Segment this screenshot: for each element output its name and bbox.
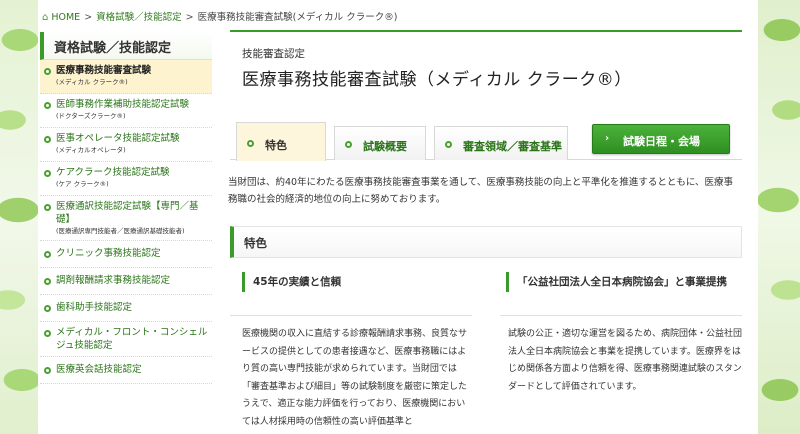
- bullet-icon: [44, 367, 51, 374]
- sidebar-item-care-clerk[interactable]: ケアクラーク技能認定試験 (ケア クラーク®): [40, 162, 212, 196]
- page-title: 医療事務技能審査試験（メディカル クラーク®）: [242, 70, 632, 90]
- feature-column: 45年の実績と信頼 医療機関の収入に直結する診療報酬請求事務、良質なサービスの提…: [230, 272, 472, 431]
- sidebar-heading: 資格試験／技能認定: [40, 32, 212, 60]
- sidebar-item-label: 歯科助手技能認定: [56, 302, 133, 313]
- bullet-icon: [44, 278, 51, 285]
- sidebar-item-sublabel: (医療通訳専門技能者／医療通訳基礎技能者): [56, 227, 185, 235]
- breadcrumb-home[interactable]: HOME: [51, 12, 80, 23]
- intro-text: 当財団は、約40年にわたる医療事務技能審査事業を通して、医療事務技能の向上と平準…: [228, 177, 734, 205]
- main-content: 技能審査認定 医療事務技能審査試験（メディカル クラーク®） 特色 試験概要 審…: [228, 30, 742, 427]
- breadcrumb-separator: >: [185, 12, 194, 23]
- tab-label: 審査領域／審査基準: [463, 140, 562, 153]
- sidebar-item-doctors-clerk[interactable]: 医師事務作業補助技能認定試験 (ドクターズクラーク®): [40, 94, 212, 128]
- sidebar-item-front-concierge[interactable]: メディカル・フロント・コンシェルジュ技能認定: [40, 322, 212, 357]
- bullet-icon: [44, 136, 51, 143]
- breadcrumb-level1[interactable]: 資格試験／技能認定: [96, 12, 182, 23]
- bullet-icon: [44, 68, 51, 75]
- tab-features[interactable]: 特色: [236, 122, 326, 161]
- feature-text: 医療機関の収入に直結する診療報酬請求事務、良質なサービスの提供としての患者接遇な…: [242, 329, 468, 427]
- schedule-button[interactable]: › 試験日程・会場: [592, 124, 730, 154]
- schedule-button-label: 試験日程・会場: [623, 135, 700, 148]
- feature-column: 「公益社団法人全日本病院協会」と事業提携 試験の公正・適切な運営を図るため、病院…: [500, 272, 742, 396]
- background-leaves-left: [0, 0, 38, 434]
- sidebar-item-label: 医療通訳技能認定試験【専門／基礎】: [56, 201, 199, 225]
- bullet-icon: [345, 141, 352, 148]
- tab-overview[interactable]: 試験概要: [334, 126, 426, 160]
- sidebar-item-sublabel: (ケア クラーク®): [56, 180, 109, 188]
- sidebar-item-sublabel: (メディカルオペレータ): [56, 146, 126, 154]
- bullet-icon: [44, 305, 51, 312]
- feature-text: 試験の公正・適切な運営を図るため、病院団体・公益社団法人全日本病院協会と事業を提…: [508, 329, 743, 392]
- sidebar-item-medical-english[interactable]: 医療英会話技能認定: [40, 357, 212, 384]
- sidebar-item-label: 調剤報酬請求事務技能認定: [56, 275, 171, 286]
- sidebar-item-label: 医療英会話技能認定: [56, 364, 142, 375]
- breadcrumb-current: 医療事務技能審査試験(メディカル クラーク®): [197, 12, 398, 23]
- sidebar-item-label: 医療事務技能審査試験: [56, 65, 152, 76]
- arrow-right-icon: ›: [605, 133, 610, 144]
- tab-label: 特色: [265, 139, 287, 152]
- home-icon: ⌂: [42, 12, 49, 23]
- feature-title: 「公益社団法人全日本病院協会」と事業提携: [506, 272, 742, 292]
- page-header: 技能審査認定 医療事務技能審査試験（メディカル クラーク®）: [230, 30, 742, 102]
- feature-title: 45年の実績と信頼: [242, 272, 472, 292]
- sidebar-list: 医療事務技能審査試験 (メディカル クラーク®) 医師事務作業補助技能認定試験 …: [40, 60, 212, 384]
- feature-title-wrap: 45年の実績と信頼: [230, 272, 472, 316]
- sidebar-item-dental-assistant[interactable]: 歯科助手技能認定: [40, 295, 212, 322]
- sidebar-item-label: メディカル・フロント・コンシェルジュ技能認定: [56, 327, 208, 351]
- bullet-icon: [44, 170, 51, 177]
- breadcrumb: ⌂ HOME > 資格試験／技能認定 > 医療事務技能審査試験(メディカル クラーク®): [38, 0, 758, 28]
- bullet-icon: [445, 141, 452, 148]
- sidebar-item-dispensing-fee[interactable]: 調剤報酬請求事務技能認定: [40, 268, 212, 295]
- sidebar-item-clinic-office[interactable]: クリニック事務技能認定: [40, 241, 212, 268]
- sidebar-item-medical-interpreter[interactable]: 医療通訳技能認定試験【専門／基礎】 (医療通訳専門技能者／医療通訳基礎技能者): [40, 196, 212, 241]
- section-heading: 特色: [230, 226, 742, 258]
- background-leaves-right: [758, 0, 800, 434]
- sidebar-item-label: 医師事務作業補助技能認定試験: [56, 99, 190, 110]
- bullet-icon: [44, 102, 51, 109]
- tab-criteria[interactable]: 審査領域／審査基準: [434, 126, 568, 160]
- sidebar-item-medical-operator[interactable]: 医事オペレータ技能認定試験 (メディカルオペレータ): [40, 128, 212, 162]
- sidebar-item-label: 医事オペレータ技能認定試験: [56, 133, 180, 144]
- tab-label: 試験概要: [363, 140, 407, 153]
- bullet-icon: [44, 204, 51, 211]
- bullet-icon: [247, 140, 254, 147]
- feature-title-wrap: 「公益社団法人全日本病院協会」と事業提携: [500, 272, 742, 316]
- sidebar-item-medical-clerk[interactable]: 医療事務技能審査試験 (メディカル クラーク®): [40, 60, 212, 94]
- page: ⌂ HOME > 資格試験／技能認定 > 医療事務技能審査試験(メディカル クラーク®) …: [38, 0, 758, 434]
- page-category: 技能審査認定: [242, 48, 305, 60]
- sidebar-item-label: クリニック事務技能認定: [56, 248, 161, 259]
- bullet-icon: [44, 330, 51, 337]
- sidebar-item-sublabel: (メディカル クラーク®): [56, 78, 128, 86]
- breadcrumb-separator: >: [84, 12, 93, 23]
- bullet-icon: [44, 251, 51, 258]
- tab-bar: 特色 試験概要 審査領域／審査基準 › 試験日程・会場: [230, 122, 742, 161]
- sidebar: 資格試験／技能認定 医療事務技能審査試験 (メディカル クラーク®) 医師事務作…: [40, 32, 212, 434]
- sidebar-item-label: ケアクラーク技能認定試験: [56, 167, 170, 178]
- sidebar-item-sublabel: (ドクターズクラーク®): [56, 112, 126, 120]
